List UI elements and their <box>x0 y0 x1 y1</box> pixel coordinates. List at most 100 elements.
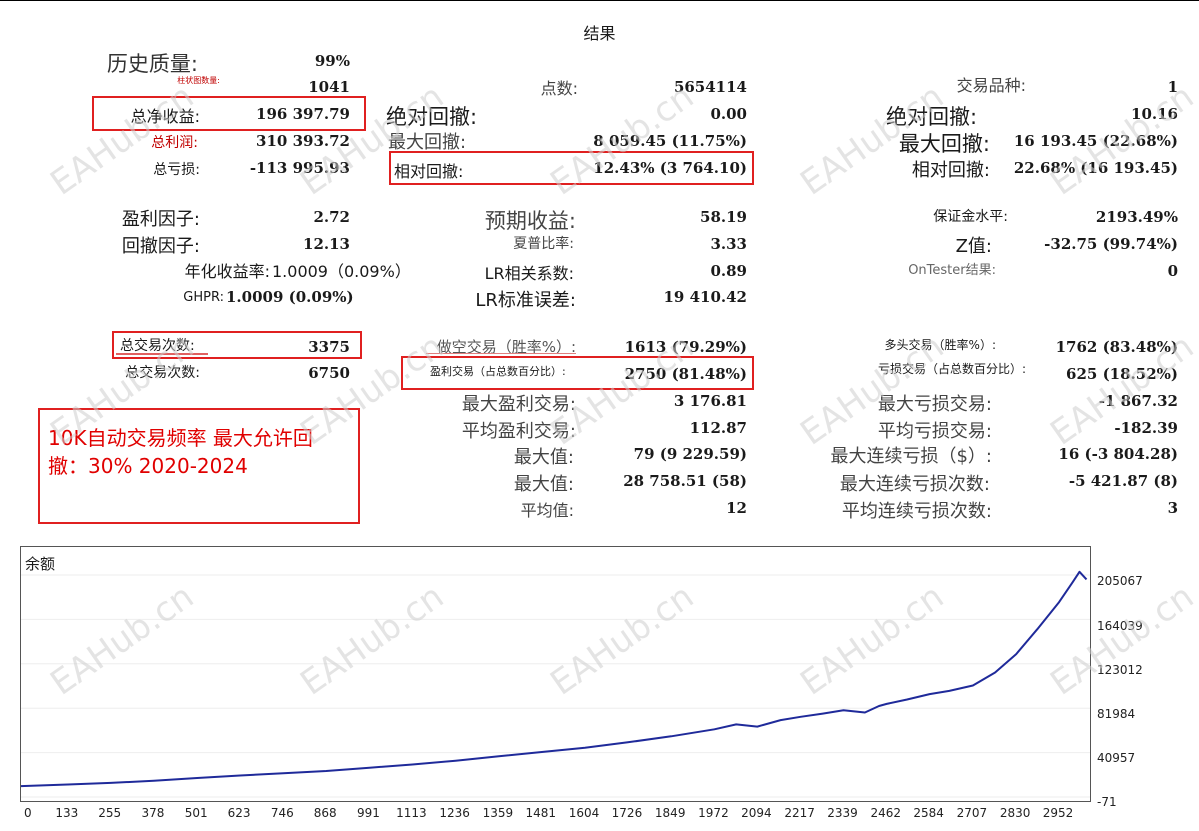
x-tick: 2339 <box>827 806 858 820</box>
x-tick: 2707 <box>956 806 988 820</box>
history-quality-value: 99% <box>314 52 350 70</box>
ahpr-value: 1.0009（0.09%） <box>272 262 411 281</box>
ontester-label: OnTester结果: <box>908 263 996 278</box>
avg-profit-value: 112.87 <box>689 419 747 437</box>
ghpr-value: 1.0009 (0.09%) <box>226 288 354 306</box>
profit-trades-highlight <box>401 356 754 390</box>
total-deals-label: 总交易次数: <box>125 365 200 381</box>
ontester-value: 0 <box>1167 262 1178 280</box>
avg-loss-label: 平均亏损交易: <box>877 421 992 442</box>
x-tick: 2094 <box>741 806 772 820</box>
z-score-value: -32.75 (99.74%) <box>1044 235 1178 253</box>
x-tick: 2830 <box>999 806 1031 820</box>
max-consec-profit-value: 28 758.51 (58) <box>623 472 747 490</box>
net-profit-highlight <box>92 96 366 131</box>
total-trades-highlight <box>112 331 362 359</box>
top-border <box>0 0 1199 1</box>
balance-chart: 余额 <box>20 546 1091 802</box>
x-tick: 378 <box>141 806 165 820</box>
history-quality-label: 历史质量: <box>106 52 198 76</box>
x-tick: 623 <box>227 806 251 820</box>
largest-loss-value: -1 867.32 <box>1098 392 1178 410</box>
loss-trades-value: 625 (18.52%) <box>1066 365 1178 383</box>
ghpr-label: GHPR: <box>183 290 224 305</box>
x-tick: 0 <box>24 806 32 820</box>
strategy-note: 10K自动交易频率 最大允许回撤：30% 2020-2024 <box>38 408 360 524</box>
long-trades-value: 1762 (83.48%) <box>1055 338 1178 356</box>
page-title: 结果 <box>583 24 616 43</box>
rel-drawdown-3-label: 相对回撤: <box>911 160 990 181</box>
bars-label: 柱状图数量: <box>177 76 220 85</box>
y-tick: 40957 <box>1097 751 1136 765</box>
y-tick: 81984 <box>1097 707 1136 721</box>
symbols-label: 交易品种: <box>956 76 1026 95</box>
x-tick: 2462 <box>870 806 902 820</box>
sharpe-label: 夏普比率: <box>513 236 574 252</box>
recovery-factor-label: 回撤因子: <box>121 236 200 257</box>
max-consec-losses-label: 最大连续亏损（$）: <box>830 446 992 467</box>
x-tick: 2952 <box>1042 806 1074 820</box>
y-tick: 164039 <box>1097 619 1143 633</box>
abs-drawdown-value: 0.00 <box>710 105 747 123</box>
y-tick: -71 <box>1097 795 1117 809</box>
lr-corr-value: 0.89 <box>710 262 747 280</box>
max-consec-losses-value: 16 (-3 804.28) <box>1058 445 1178 463</box>
largest-profit-value: 3 176.81 <box>673 392 747 410</box>
max-consec-wins-label: 最大值: <box>513 447 574 468</box>
gross-profit-value: 310 393.72 <box>256 132 350 150</box>
rel-drawdown-3-value: 22.68% (16 193.45) <box>1013 159 1178 177</box>
balance-plot <box>21 570 1090 798</box>
max-drawdown-value: 8 059.45 (11.75%) <box>593 132 747 150</box>
gross-loss-value: -113 995.93 <box>249 159 350 177</box>
x-tick: 746 <box>270 806 294 820</box>
z-score-label: Z值: <box>955 236 992 257</box>
y-tick: 123012 <box>1097 663 1143 677</box>
abs-drawdown-3-label: 绝对回撤: <box>886 105 978 129</box>
x-tick: 2584 <box>913 806 944 820</box>
avg-loss-value: -182.39 <box>1114 419 1178 437</box>
y-tick: 205067 <box>1097 574 1143 588</box>
balance-line <box>21 570 1088 788</box>
short-trades-underline <box>426 353 576 354</box>
x-tick: 868 <box>313 806 337 820</box>
short-trades-value: 1613 (79.29%) <box>624 338 747 356</box>
total-deals-value: 6750 <box>308 364 350 382</box>
recovery-factor-value: 12.13 <box>303 235 350 253</box>
ticks-value: 5654114 <box>673 78 747 96</box>
max-consec-wins-value: 79 (9 229.59) <box>633 445 747 463</box>
margin-level-label: 保证金水平: <box>933 209 1008 225</box>
max-consec-loss-count-label: 最大连续亏损次数: <box>839 474 990 495</box>
sharpe-value: 3.33 <box>710 235 747 253</box>
x-tick: 501 <box>184 806 208 820</box>
bars-value: 1041 <box>308 78 350 96</box>
expected-payoff-label: 预期收益: <box>484 209 576 233</box>
profit-factor-value: 2.72 <box>313 208 350 226</box>
max-consec-loss-count-value: -5 421.87 (8) <box>1068 472 1178 490</box>
avg-consec-losses-value: 3 <box>1167 499 1178 517</box>
margin-level-value: 2193.49% <box>1095 208 1178 226</box>
x-tick: 1359 <box>482 806 514 820</box>
avg-consec-wins-label: 平均值: <box>520 501 574 520</box>
lr-err-value: 19 410.42 <box>663 288 747 306</box>
x-tick: 1236 <box>439 806 470 820</box>
avg-consec-wins-value: 12 <box>726 499 747 517</box>
max-drawdown-3-label: 最大回撤: <box>898 132 990 156</box>
x-tick: 991 <box>357 806 380 820</box>
x-tick: 133 <box>55 806 79 820</box>
x-tick: 2217 <box>784 806 815 820</box>
max-drawdown-3-value: 16 193.45 (22.68%) <box>1013 132 1178 150</box>
x-tick: 1481 <box>525 806 557 820</box>
x-tick: 1849 <box>654 806 686 820</box>
x-tick: 1604 <box>568 806 600 820</box>
largest-profit-label: 最大盈利交易: <box>461 394 576 415</box>
symbols-value: 1 <box>1167 78 1178 96</box>
ticks-label: 点数: <box>540 79 578 98</box>
long-trades-label: 多头交易（胜率%）: <box>884 338 996 352</box>
x-tick: 1972 <box>698 806 729 820</box>
profit-factor-label: 盈利因子: <box>121 209 200 230</box>
rel-drawdown-highlight <box>389 151 754 185</box>
gross-loss-label: 总亏损: <box>153 162 200 178</box>
x-tick: 1726 <box>611 806 643 820</box>
lr-err-label: LR标准误差: <box>475 290 576 311</box>
x-tick: 255 <box>98 806 122 820</box>
